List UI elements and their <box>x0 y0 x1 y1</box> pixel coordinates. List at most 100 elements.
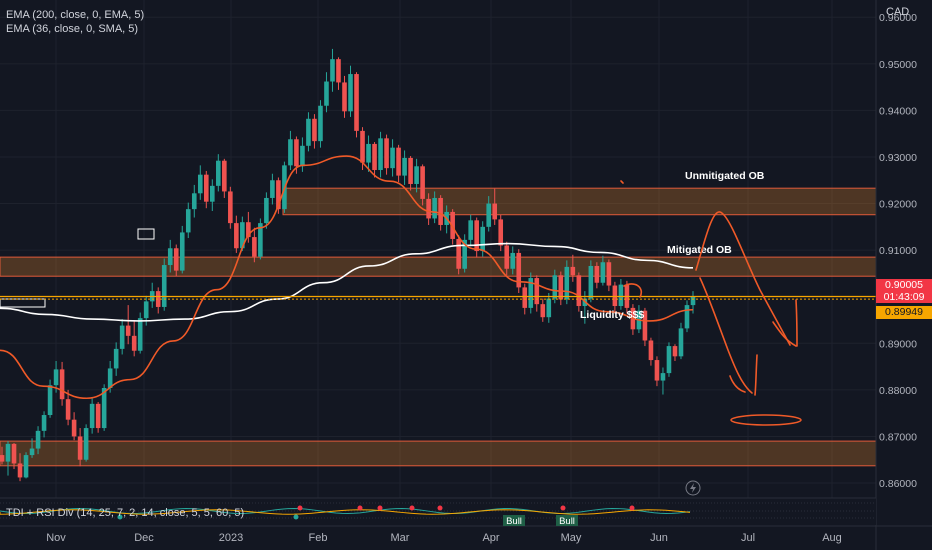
candle-body <box>0 455 5 462</box>
candle-body <box>570 266 576 276</box>
tdi-signal-dot <box>357 505 363 511</box>
candle-body <box>510 252 516 269</box>
candle-body <box>306 118 311 146</box>
candle-body <box>41 415 47 431</box>
candle-body <box>426 198 431 219</box>
tdi-legend[interactable]: TDI + RSI Div (14, 25, 7, 2, 14, close, … <box>6 507 244 519</box>
price-tick-label: 0.91000 <box>879 245 917 257</box>
candle-body <box>234 223 239 249</box>
candle <box>137 312 143 354</box>
liquidity-label: Liquidity $$$ <box>580 309 644 321</box>
tdi-signal-dot <box>297 505 303 511</box>
tdi-signal-dot <box>409 505 415 511</box>
time-tick-label: Dec <box>134 532 154 544</box>
candle-body <box>330 59 335 82</box>
price-tick-label: 0.93000 <box>879 152 917 164</box>
candle-body <box>35 430 41 449</box>
candle-body <box>366 143 371 163</box>
candle-body <box>408 157 413 184</box>
time-tick-label: Jul <box>741 532 755 544</box>
candle-body <box>618 284 624 307</box>
time-tick-label: Mar <box>391 532 410 544</box>
candle-body <box>690 296 696 306</box>
candle-body <box>492 203 498 220</box>
price-chart[interactable]: Unmitigated OB Mitigated OB Liquidity $$$… <box>0 0 932 550</box>
candle-body <box>83 428 89 460</box>
candle-body <box>348 74 353 112</box>
candle <box>528 272 534 314</box>
candle-body <box>372 143 377 171</box>
candle-body <box>684 305 690 329</box>
candle <box>516 249 522 293</box>
candle-body <box>378 138 383 171</box>
candle-body <box>420 166 425 199</box>
candle-body <box>252 237 257 257</box>
candle-body <box>456 238 461 269</box>
tdi-signal-dot <box>560 505 566 511</box>
candle-body <box>414 166 419 184</box>
marked-price-tag: 0.89949 <box>876 306 932 319</box>
candle-body <box>540 304 546 318</box>
candle <box>564 260 570 305</box>
candle-body <box>312 118 317 142</box>
candle-body <box>179 232 185 271</box>
candle-body <box>288 139 293 166</box>
ema200-legend[interactable]: EMA (200, close, 0, EMA, 5) <box>6 9 144 21</box>
candle-body <box>270 180 275 198</box>
candle-body <box>203 174 209 202</box>
zone-label: Mitigated OB <box>667 244 732 256</box>
time-tick-label: Apr <box>482 532 499 544</box>
time-tick-label: Feb <box>309 532 328 544</box>
candle-body <box>588 265 594 299</box>
price-tick-label: 0.87000 <box>879 431 917 443</box>
candle-body <box>342 82 347 112</box>
candle-body <box>191 193 197 210</box>
candle-body <box>480 226 485 252</box>
candle <box>179 225 185 274</box>
candle-body <box>522 287 528 308</box>
candle-body <box>222 160 227 192</box>
ema36-legend[interactable]: EMA (36, close, 0, SMA, 5) <box>6 23 138 35</box>
candle <box>684 300 690 333</box>
candle-body <box>125 325 131 336</box>
candle-body <box>264 197 269 224</box>
candle-body <box>17 463 23 478</box>
candle <box>576 272 582 312</box>
zone-label: Unmitigated OB <box>685 170 765 182</box>
bull-label: Bull <box>559 516 575 527</box>
candle-body <box>71 419 77 437</box>
candle-body <box>558 275 564 300</box>
candle-body <box>95 403 101 429</box>
candle <box>47 379 53 418</box>
candle-body <box>77 436 83 460</box>
candle-body <box>23 455 29 478</box>
candle <box>23 452 29 479</box>
price-tick-label: 0.92000 <box>879 199 917 211</box>
current-price: 0.90005 <box>885 279 923 291</box>
candle-body <box>59 369 65 400</box>
candle-body <box>173 248 179 271</box>
candle-body <box>216 160 221 186</box>
tdi-signal-dot <box>377 505 383 511</box>
tdi-signal-dot <box>437 505 443 511</box>
candle-body <box>564 266 570 300</box>
candle-body <box>210 185 215 202</box>
candle <box>318 100 323 148</box>
time-tick-label: Jun <box>650 532 668 544</box>
bar-countdown: 01:43:09 <box>883 291 925 303</box>
candle <box>161 258 167 311</box>
price-tick-label: 0.88000 <box>879 385 917 397</box>
candle <box>83 424 89 462</box>
candle <box>354 72 359 138</box>
tdi-signal-dot <box>629 505 635 511</box>
tdi-signal-dot <box>293 514 299 520</box>
candle-body <box>402 157 407 176</box>
candle-body <box>113 348 119 369</box>
time-tick-label: Aug <box>822 532 842 544</box>
candle-body <box>666 346 672 374</box>
candle-body <box>468 220 473 240</box>
candle-body <box>360 130 365 163</box>
candle-body <box>185 209 191 233</box>
candle-body <box>318 105 323 142</box>
candle-body <box>546 298 552 318</box>
